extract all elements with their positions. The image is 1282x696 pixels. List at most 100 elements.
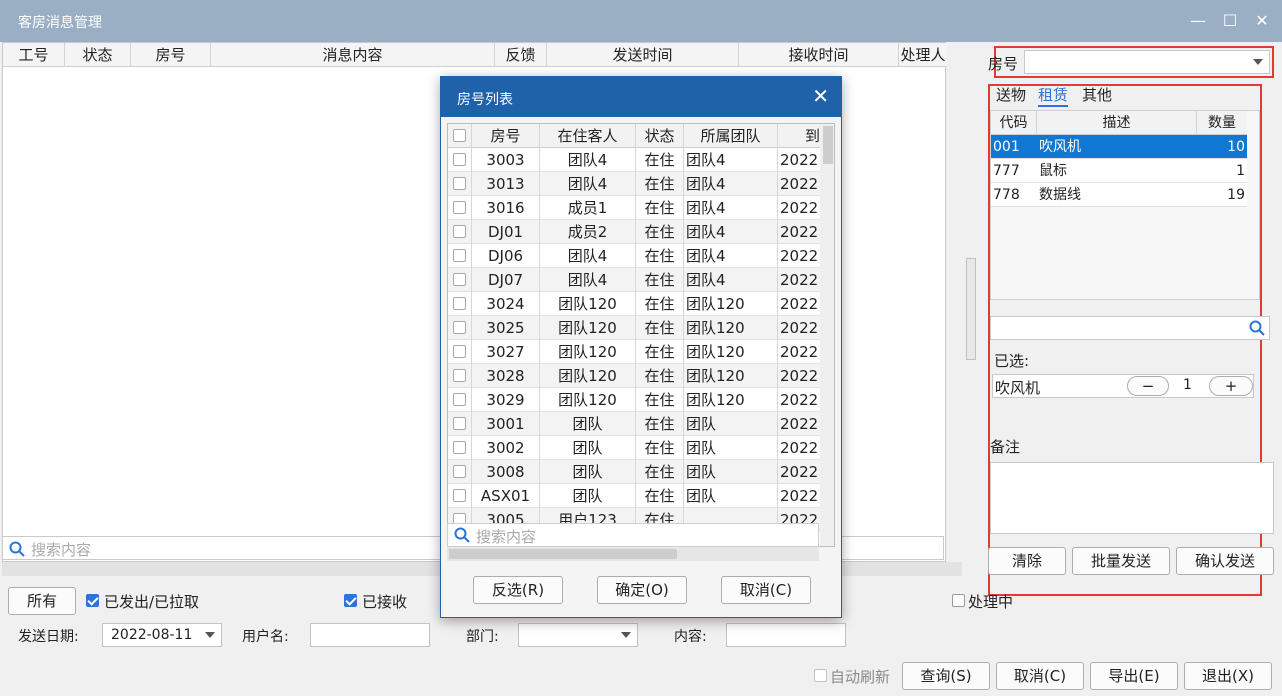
row-checkbox[interactable] — [453, 345, 466, 358]
confirm-send-button[interactable]: 确认发送 — [1176, 547, 1274, 575]
received-checkbox[interactable] — [344, 594, 357, 607]
dialog-close-icon[interactable]: ✕ — [812, 84, 829, 108]
dialog-ok-button[interactable]: 确定(O) — [597, 576, 687, 604]
table-row[interactable]: 3024 团队120 在住 团队120 2022 — [448, 292, 820, 316]
table-row[interactable]: 3025 团队120 在住 团队120 2022 — [448, 316, 820, 340]
row-checkbox[interactable] — [453, 297, 466, 310]
row-checkbox[interactable] — [453, 273, 466, 286]
row-checkbox[interactable] — [453, 393, 466, 406]
search-icon — [454, 527, 470, 543]
table-row[interactable]: 3027 团队120 在住 团队120 2022 — [448, 340, 820, 364]
table-row[interactable]: 3013 团队4 在住 团队4 2022 — [448, 172, 820, 196]
room-dropdown[interactable] — [1024, 50, 1270, 74]
table-row[interactable]: 778 数据线 19 — [991, 183, 1247, 207]
room-search-input[interactable]: 搜索内容 — [447, 523, 819, 547]
table-row[interactable]: 3029 团队120 在住 团队120 2022 — [448, 388, 820, 412]
remark-textarea[interactable] — [990, 462, 1274, 534]
panel-splitter-handle[interactable] — [966, 258, 976, 360]
all-button[interactable]: 所有 — [8, 587, 76, 615]
col-header-arrival[interactable]: 到 — [778, 124, 820, 148]
row-checkbox[interactable] — [453, 369, 466, 382]
col-header-handler[interactable]: 处理人 — [899, 43, 947, 67]
col-header-staff-id[interactable]: 工号 — [3, 43, 65, 67]
content-input[interactable] — [726, 623, 846, 647]
table-row[interactable]: DJ06 团队4 在住 团队4 2022 — [448, 244, 820, 268]
dept-dropdown[interactable] — [518, 623, 638, 647]
row-checkbox[interactable] — [453, 201, 466, 214]
scrollbar-thumb[interactable] — [823, 126, 833, 164]
cancel-button[interactable]: 取消(C) — [996, 662, 1084, 690]
room-list-grid[interactable]: 房号 在住客人 状态 所属团队 到 3003 团队4 在住 团队4 2022 3013 团队… — [447, 123, 835, 547]
query-button[interactable]: 查询(S) — [902, 662, 990, 690]
col-header-code[interactable]: 代码 — [991, 111, 1037, 135]
row-desc: 吹风机 — [1039, 139, 1081, 155]
row-checkbox-cell — [448, 196, 472, 220]
table-row[interactable]: 3028 团队120 在住 团队120 2022 — [448, 364, 820, 388]
export-button[interactable]: 导出(E) — [1090, 662, 1178, 690]
chevron-down-icon — [1253, 59, 1263, 65]
col-header-message[interactable]: 消息内容 — [211, 43, 495, 67]
minimize-button[interactable]: — — [1186, 9, 1210, 33]
row-checkbox-cell — [448, 148, 472, 172]
scrollbar-thumb[interactable] — [449, 549, 677, 559]
col-header-receive-time[interactable]: 接收时间 — [739, 43, 899, 67]
row-checkbox[interactable] — [453, 249, 466, 262]
row-room: 3027 — [472, 340, 540, 364]
exit-button[interactable]: 退出(X) — [1184, 662, 1272, 690]
table-row[interactable]: 3003 团队4 在住 团队4 2022 — [448, 148, 820, 172]
item-search-input[interactable] — [990, 316, 1270, 340]
table-row[interactable]: 3002 团队 在住 团队 2022 — [448, 436, 820, 460]
invert-selection-button[interactable]: 反选(R) — [473, 576, 563, 604]
dialog-cancel-button[interactable]: 取消(C) — [721, 576, 811, 604]
col-header-team[interactable]: 所属团队 — [684, 124, 778, 148]
send-date-picker[interactable]: 2022-08-11 — [102, 623, 222, 647]
col-header-room[interactable]: 房号 — [131, 43, 211, 67]
increment-button[interactable]: + — [1209, 376, 1253, 396]
table-row[interactable]: 777 鼠标 1 — [991, 159, 1247, 183]
auto-refresh-checkbox[interactable] — [814, 669, 827, 682]
row-checkbox[interactable] — [453, 225, 466, 238]
maximize-button[interactable]: ☐ — [1218, 9, 1242, 33]
row-checkbox[interactable] — [453, 177, 466, 190]
tab-delivery[interactable]: 送物 — [996, 84, 1026, 105]
tab-rental[interactable]: 租赁 — [1038, 84, 1069, 107]
select-all-checkbox[interactable] — [453, 129, 466, 142]
col-header-status[interactable]: 状态 — [636, 124, 684, 148]
col-header-status[interactable]: 状态 — [65, 43, 131, 67]
clear-button[interactable]: 清除 — [988, 547, 1066, 575]
col-header-send-time[interactable]: 发送时间 — [547, 43, 739, 67]
row-checkbox[interactable] — [453, 465, 466, 478]
table-row[interactable]: 3016 成员1 在住 团队4 2022 — [448, 196, 820, 220]
table-row[interactable]: 3001 团队 在住 团队 2022 — [448, 412, 820, 436]
batch-send-button[interactable]: 批量发送 — [1072, 547, 1170, 575]
row-team: 团队4 — [684, 244, 778, 268]
processing-checkbox[interactable] — [952, 594, 965, 607]
table-row[interactable]: DJ07 团队4 在住 团队4 2022 — [448, 268, 820, 292]
table-row[interactable]: DJ01 成员2 在住 团队4 2022 — [448, 220, 820, 244]
row-checkbox[interactable] — [453, 417, 466, 430]
row-checkbox[interactable] — [453, 321, 466, 334]
col-header-guest[interactable]: 在住客人 — [540, 124, 636, 148]
row-checkbox[interactable] — [453, 489, 466, 502]
quantity-value[interactable]: 1 — [1183, 377, 1192, 393]
close-button[interactable]: ✕ — [1250, 9, 1274, 33]
decrement-button[interactable]: − — [1127, 376, 1169, 396]
row-room: DJ07 — [472, 268, 540, 292]
col-header-qty[interactable]: 数量 — [1197, 111, 1247, 135]
content-label: 内容: — [674, 629, 707, 645]
sent-pulled-checkbox[interactable] — [86, 594, 99, 607]
col-header-desc[interactable]: 描述 — [1037, 111, 1197, 135]
col-header-room[interactable]: 房号 — [472, 124, 540, 148]
col-header-feedback[interactable]: 反馈 — [495, 43, 547, 67]
table-row[interactable]: ASX01 团队 在住 团队 2022 — [448, 484, 820, 508]
row-guest: 团队 — [540, 412, 636, 436]
table-row[interactable]: 001 吹风机 10 — [991, 135, 1247, 159]
room-list-horizontal-scrollbar[interactable] — [447, 547, 819, 561]
tab-other[interactable]: 其他 — [1082, 84, 1112, 105]
row-room: 3001 — [472, 412, 540, 436]
user-input[interactable] — [310, 623, 430, 647]
table-row[interactable]: 3008 团队 在住 团队 2022 — [448, 460, 820, 484]
row-checkbox[interactable] — [453, 441, 466, 454]
room-list-vertical-scrollbar[interactable] — [820, 124, 834, 546]
row-checkbox[interactable] — [453, 153, 466, 166]
